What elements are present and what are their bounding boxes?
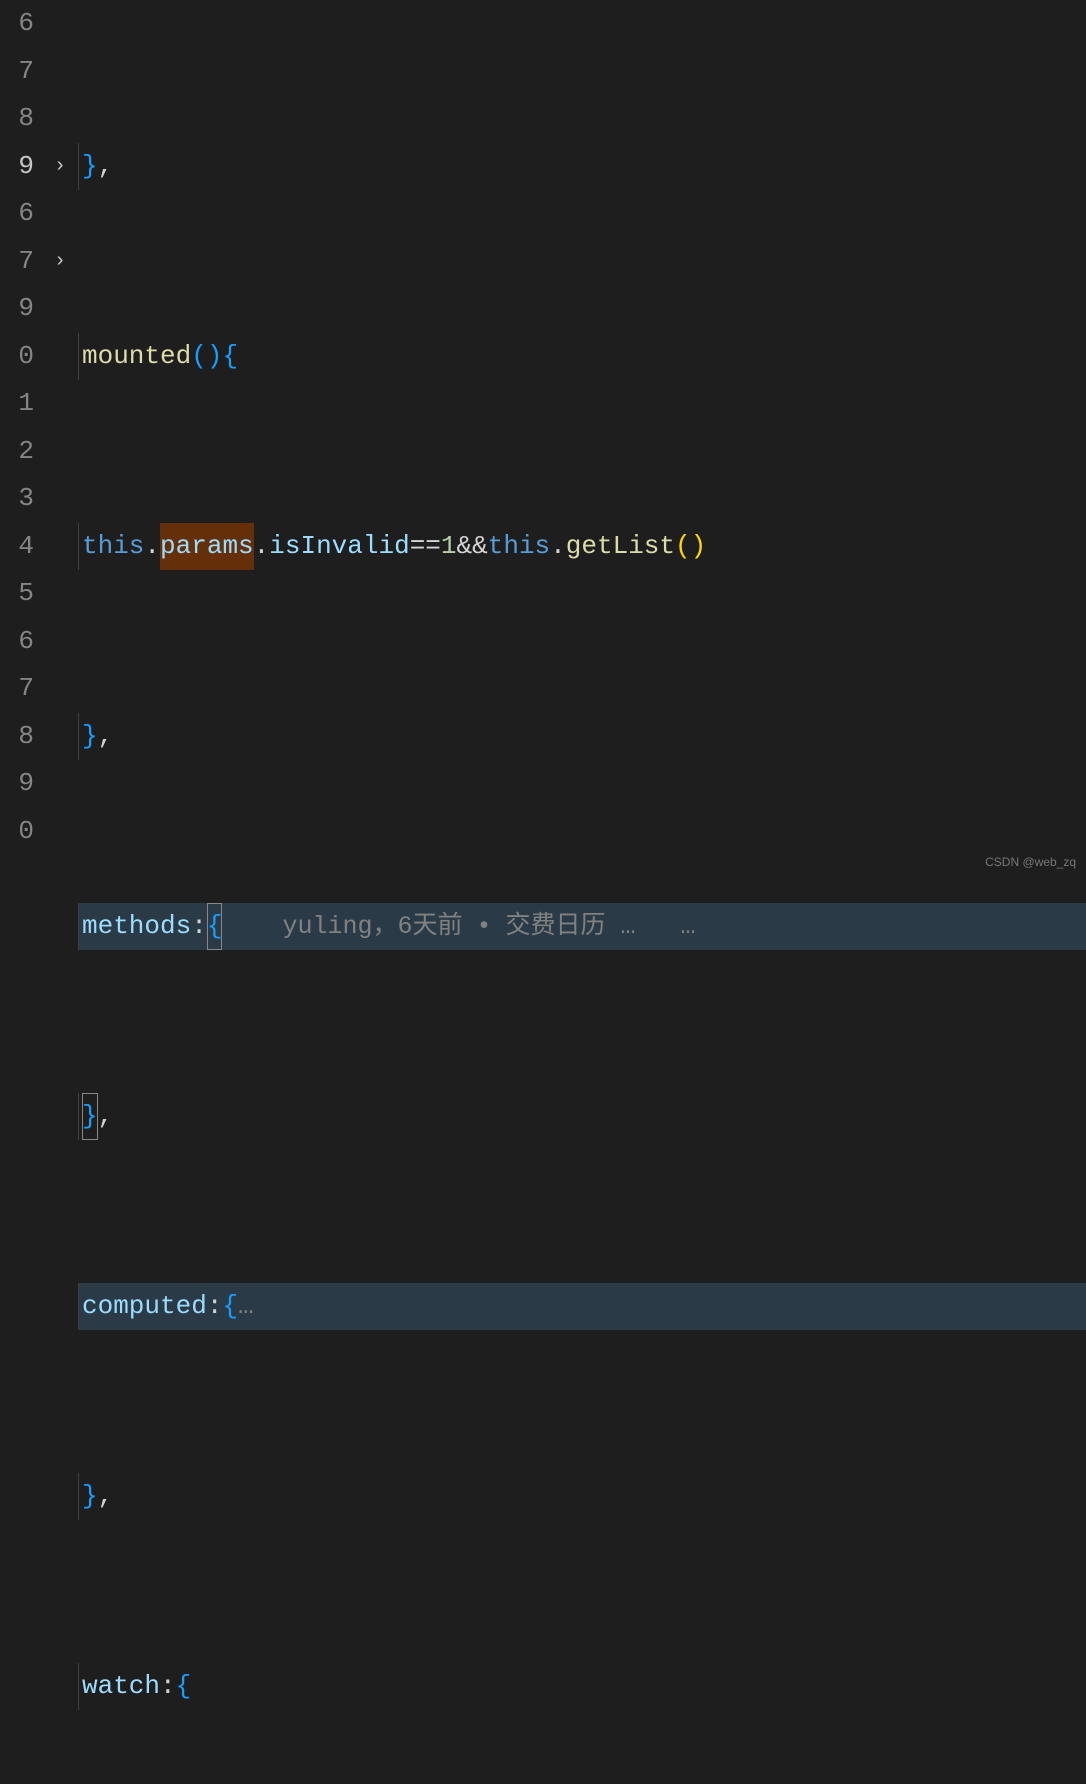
matching-bracket: { [207,903,223,951]
fold-chevron-icon[interactable]: › [54,143,66,191]
line-number: 6 [18,618,70,666]
code-line[interactable]: this.params.isInvalid==1&&this.getList() [78,523,1086,571]
line-number: 7 [18,48,70,96]
line-number: 8 [18,713,70,761]
code-line[interactable]: }, [78,1093,1086,1141]
code-line-folded[interactable]: computed: {… [78,1283,1086,1331]
line-number: 4 [18,523,70,571]
line-number: 0 [18,808,70,856]
line-number: 6 [18,190,70,238]
line-number: 1 [18,380,70,428]
line-number: 0 [18,333,70,381]
git-blame-codelens[interactable]: yuling，6天前•交费日历 … … [282,903,695,951]
line-number: 2 [18,428,70,476]
code-line[interactable]: }, [78,713,1086,761]
code-area[interactable]: }, mounted() { this.params.isInvalid==1&… [78,0,1086,892]
line-number: 7 [18,665,70,713]
fold-ellipsis-icon[interactable]: … [238,1283,254,1331]
code-editor[interactable]: 6 7 8 9› 6 7› 9 0 1 2 3 4 5 6 7 8 9 0 },… [0,0,1086,892]
matching-bracket: } [82,1093,98,1141]
code-line[interactable]: }, [78,1473,1086,1521]
code-line-active[interactable]: methods: {yuling，6天前•交费日历 … … [78,903,1086,951]
selection-highlight: params [160,523,254,571]
line-number: 9 [18,760,70,808]
line-number: 6 [18,0,70,48]
line-number-gutter: 6 7 8 9› 6 7› 9 0 1 2 3 4 5 6 7 8 9 0 [0,0,78,892]
line-number: 5 [18,570,70,618]
fold-chevron-icon[interactable]: › [54,238,66,286]
code-line[interactable]: }, [78,143,1086,191]
watermark-text: CSDN @web_zq [985,839,1076,887]
code-line[interactable]: mounted() { [78,333,1086,381]
code-line[interactable]: watch: { [78,1663,1086,1711]
line-number: 9 [18,285,70,333]
line-number: 8 [18,95,70,143]
line-number: 3 [18,475,70,523]
